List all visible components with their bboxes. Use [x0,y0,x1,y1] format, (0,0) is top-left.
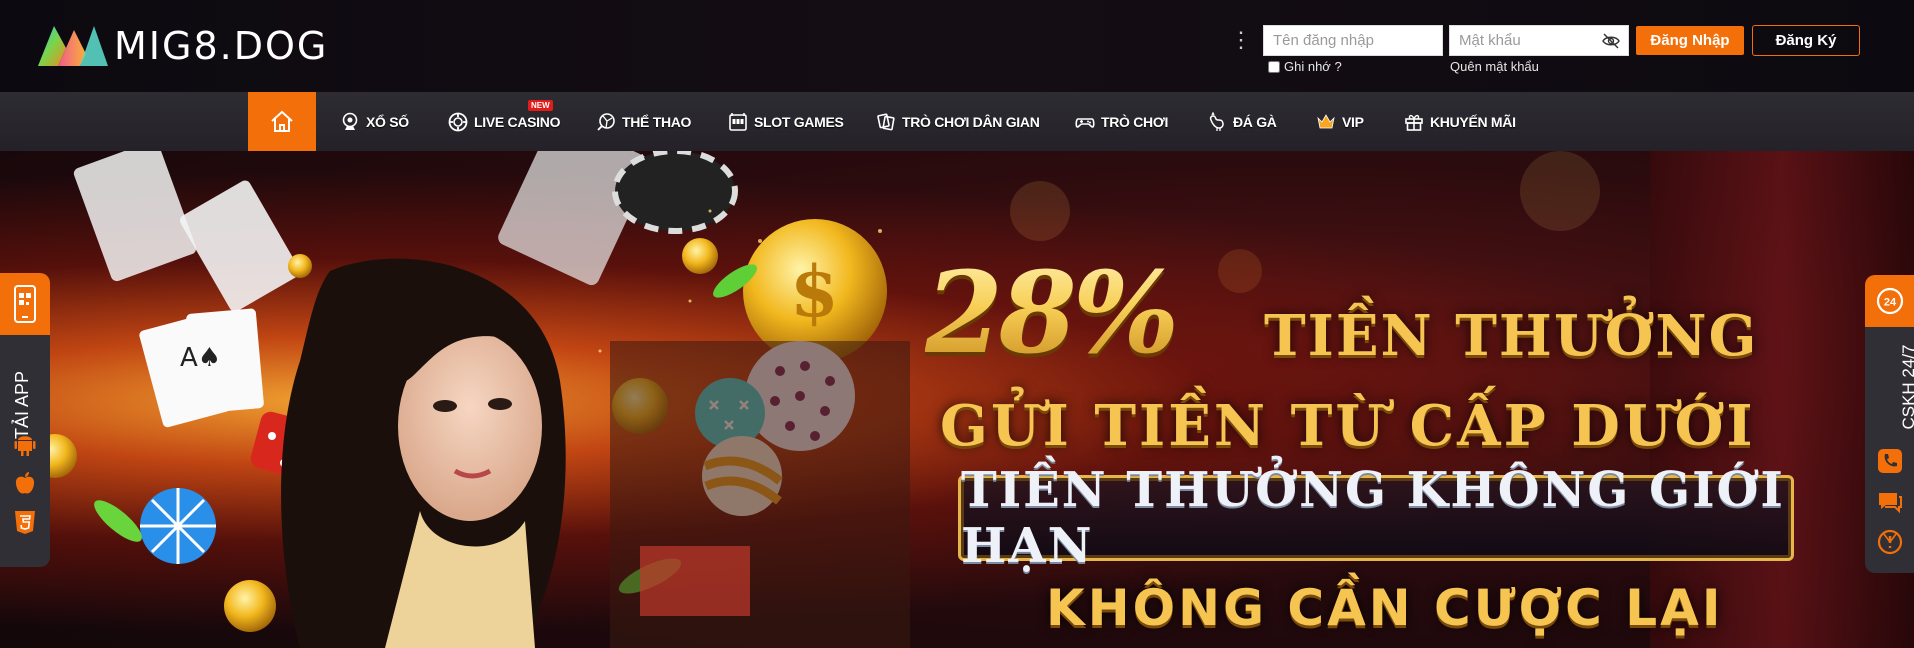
phone-qr-icon [14,285,36,323]
password-field-wrap [1449,25,1629,56]
banner-headline-2: GỬI TIỀN TỪ CẤP DƯỚI [940,393,1756,459]
rooster-icon [1209,111,1224,131]
nav-label: SLOT GAMES [754,113,844,130]
remember-label: Ghi nhớ ? [1284,59,1342,74]
site-logo[interactable]: MIG8.DOG [34,18,328,74]
banner-subline-box: TIỀN THƯỞNG KHÔNG GIỚI HẠN [958,462,1794,574]
casino-chip-icon [448,112,468,131]
nav-item-da-ga[interactable]: ĐÁ GÀ [1207,92,1277,151]
banner-headline-1: TIỀN THƯỞNG [1264,303,1759,369]
top-header: MIG8.DOG ⋮ Ghi nhớ ? Quên mật khẩu Đăng … [0,0,1914,92]
support-label: CSKH 24/7 [1899,344,1914,430]
promo-banner[interactable]: A♠ $ 28% TIỀN THƯỞNG GỬI TIỀN TỪ CẤP DƯỚ… [0,151,1914,648]
nav-home[interactable] [248,92,316,151]
nav-label: VIP [1342,113,1364,130]
login-button[interactable]: Đăng Nhập [1636,26,1744,55]
support-24h-icon: 24 [1876,287,1903,315]
chat-icon[interactable] [1876,488,1904,516]
android-icon[interactable] [12,431,38,457]
support-widget[interactable]: 24 CSKH 24/7 [1865,275,1914,573]
nav-label: XỔ SỐ [366,113,409,130]
nav-item-khuyen-mai[interactable]: KHUYẾN MÃI [1404,92,1516,151]
html5-icon[interactable] [12,509,38,535]
svg-text:A♠: A♠ [180,343,221,373]
lottery-ball-icon [342,112,358,130]
nav-label: TRÒ CHƠI DÂN GIAN [902,113,1040,130]
username-input[interactable] [1264,26,1442,55]
register-button[interactable]: Đăng Ký [1752,25,1860,56]
nav-label: KHUYẾN MÃI [1430,113,1516,130]
banner-percent: 28% [925,248,1179,379]
username-field-wrap [1263,25,1443,56]
nav-item-the-thao[interactable]: THỂ THAO [596,92,691,151]
more-menu-icon[interactable]: ⋮ [1230,28,1252,52]
nav-item-xo-so[interactable]: XỔ SỐ [340,92,409,151]
vip-crown-icon [1317,113,1335,128]
nav-item-tro-choi[interactable]: TRÒ CHƠI [1075,92,1168,151]
apple-icon[interactable] [12,470,38,496]
folk-game-icon [877,112,895,130]
eye-off-icon[interactable] [1602,33,1620,49]
download-app-widget[interactable]: TẢI APP [0,273,50,567]
logo-text: MIG8.DOG [114,24,329,68]
support-head: 24 [1865,275,1914,327]
banner-headline-3: KHÔNG CẦN CƯỢC LẠI [1046,579,1724,637]
svg-text:$: $ [790,250,839,333]
download-app-head [0,273,50,335]
support-24-text: 24 [1883,297,1896,309]
remember-me[interactable]: Ghi nhớ ? [1268,59,1342,74]
nav-item-slot-games[interactable]: SLOT GAMES [728,92,844,151]
gamepad-icon [1075,117,1095,128]
slot-machine-icon [729,112,747,131]
faq-icon[interactable] [1876,528,1904,556]
nav-label: THỂ THAO [622,113,692,130]
new-badge: NEW [528,100,553,111]
nav-item-tro-choi-dan-gian[interactable]: TRÒ CHƠI DÂN GIAN [876,92,1040,151]
nav-item-vip[interactable]: VIP [1316,92,1364,151]
sports-ball-icon [597,112,615,131]
forgot-password-link[interactable]: Quên mật khẩu [1450,59,1539,74]
banner-subline: TIỀN THƯỞNG KHÔNG GIỚI HẠN [961,462,1785,574]
gift-icon [1405,114,1423,131]
logo-mark-icon [38,26,108,66]
nav-label: ĐÁ GÀ [1233,113,1277,130]
main-nav: XỔ SỐ LIVE CASINO NEW THỂ THAO SLOT GAME… [0,92,1914,151]
phone-icon[interactable] [1876,447,1904,475]
remember-checkbox[interactable] [1268,60,1280,73]
nav-label: TRÒ CHƠI [1101,113,1169,130]
nav-item-live-casino[interactable]: LIVE CASINO NEW [448,92,560,151]
nav-label: LIVE CASINO [474,113,561,130]
home-icon [271,110,293,132]
